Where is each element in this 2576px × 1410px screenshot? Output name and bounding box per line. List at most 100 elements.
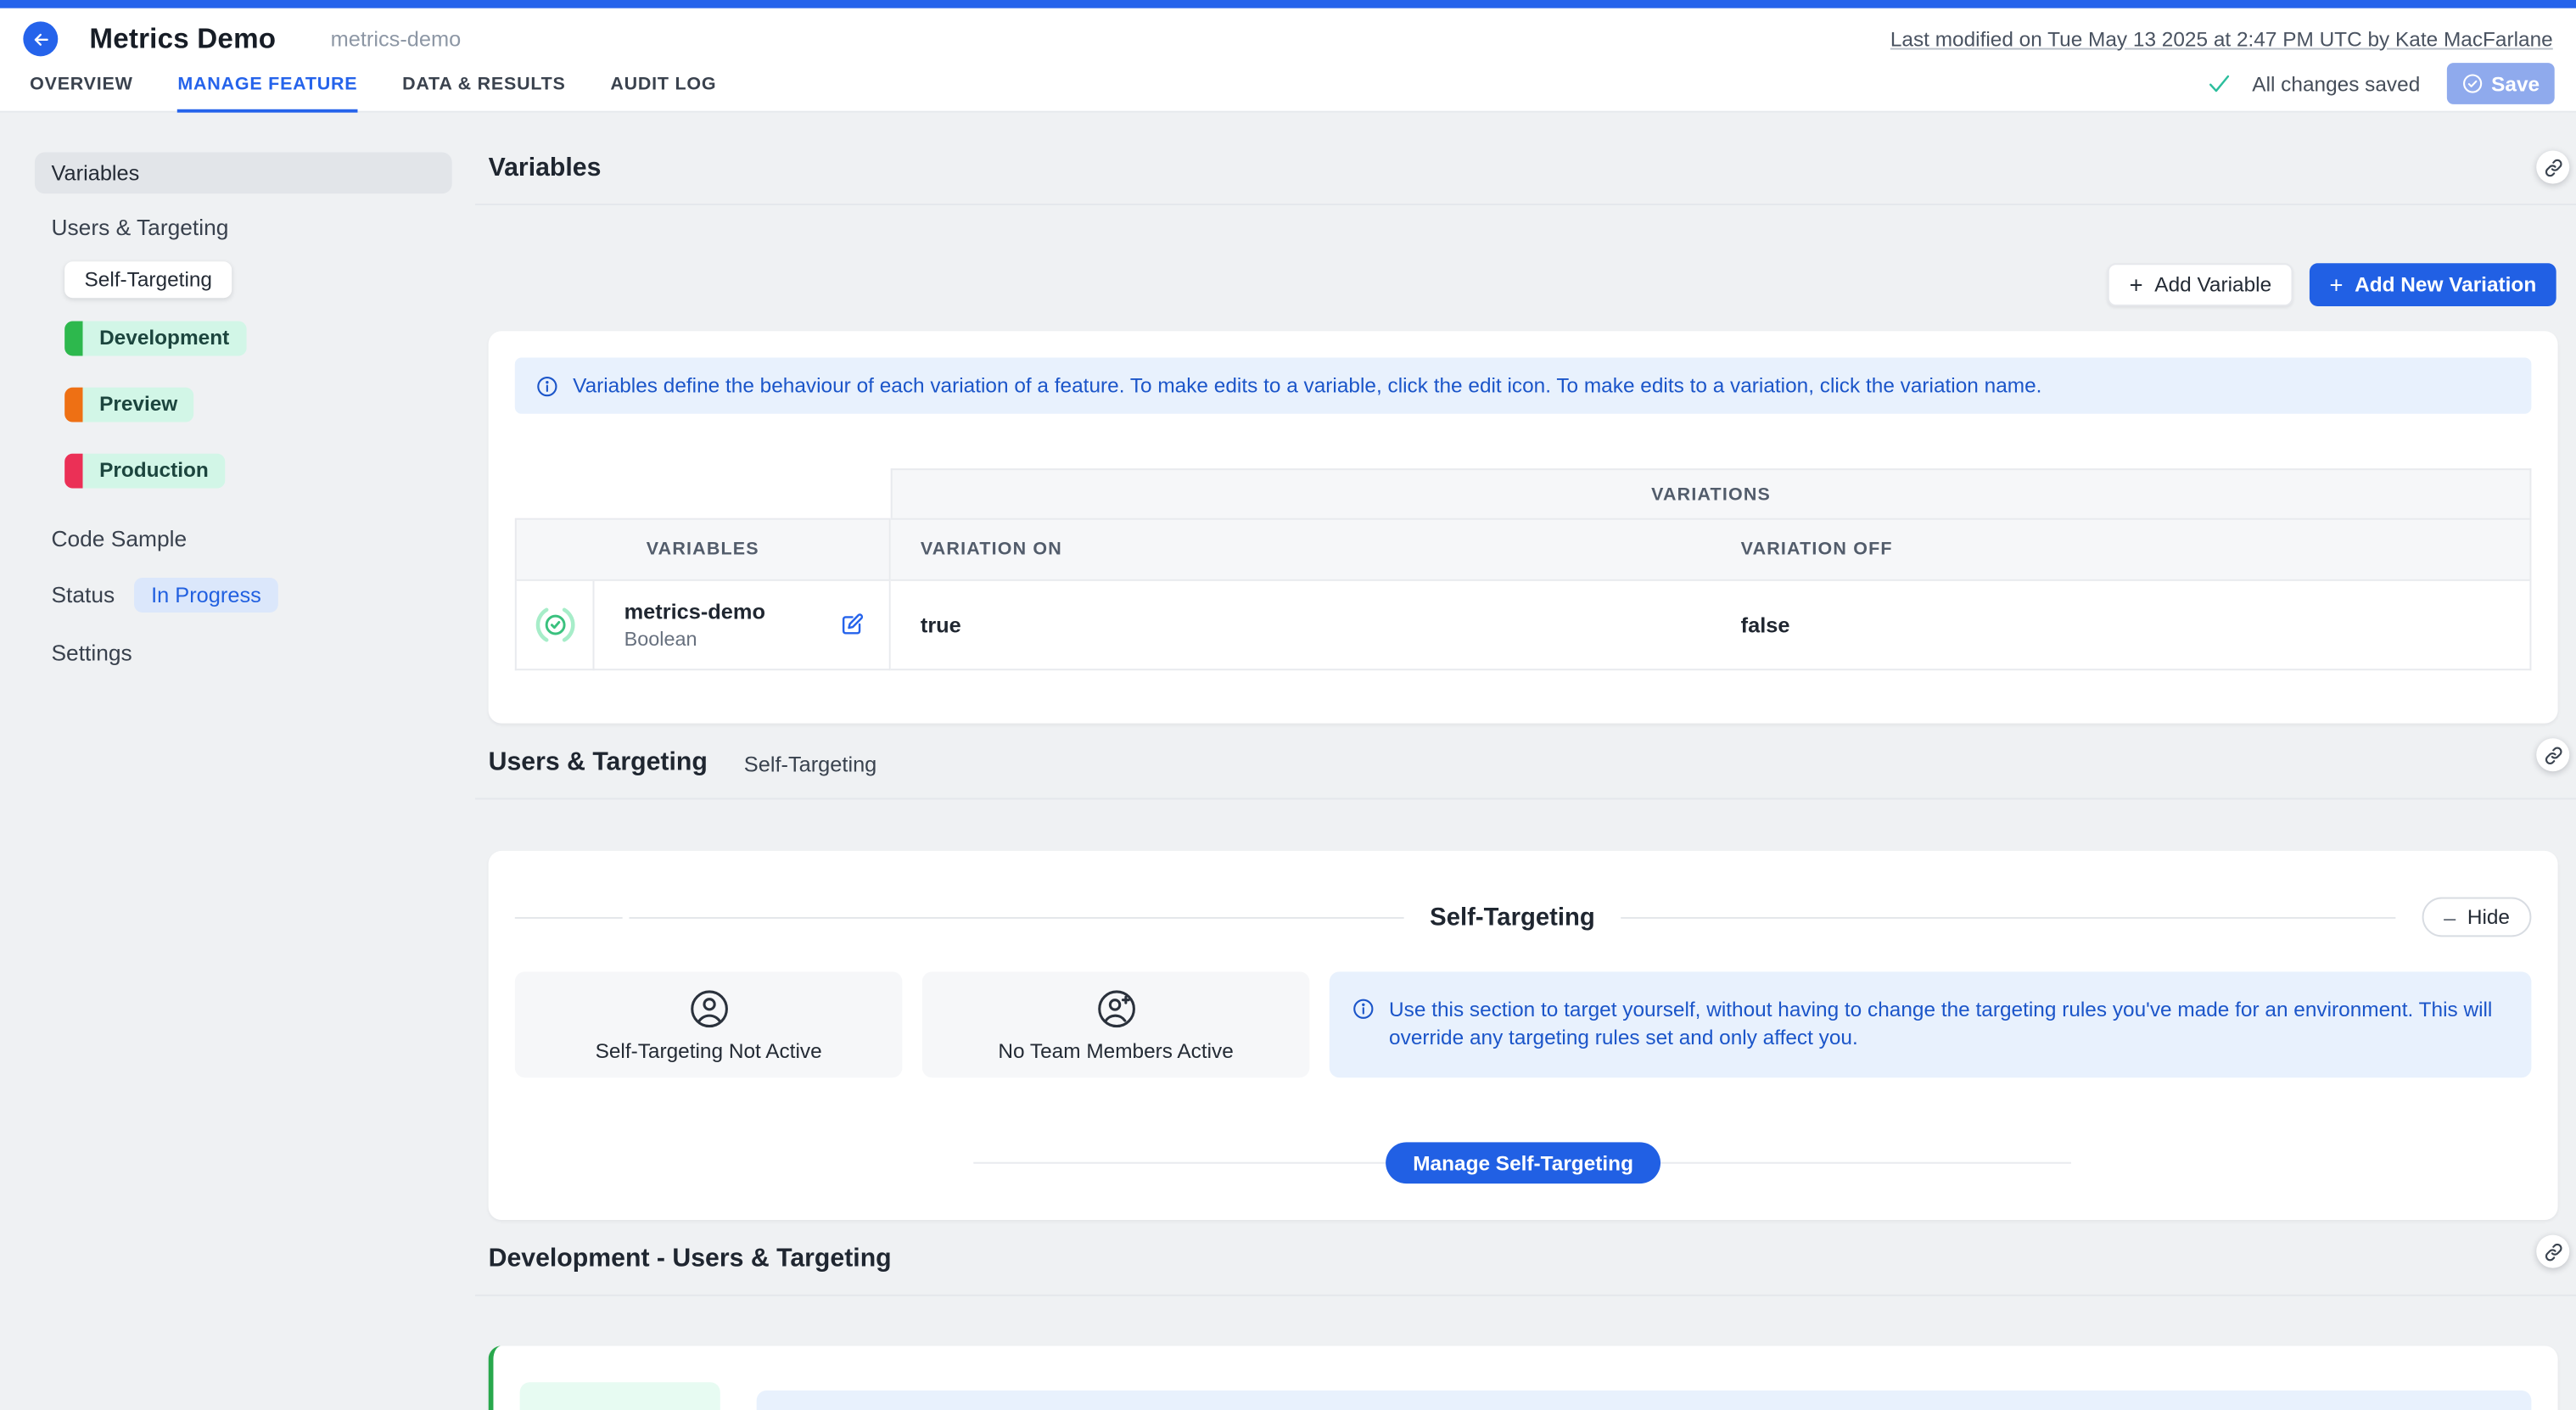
check-icon: [2208, 71, 2232, 96]
divider-segment: [515, 916, 623, 918]
hide-button[interactable]: – Hide: [2422, 898, 2532, 937]
self-targeting-panel-title: Self-Targeting: [1430, 903, 1595, 931]
self-targeting-status-row: Self-Targeting Not Active No Team Member…: [515, 971, 2532, 1077]
link-icon[interactable]: [2536, 738, 2569, 771]
column-header-variation-off[interactable]: VARIATION OFF: [1711, 518, 2532, 581]
variations-group-header: VARIATIONS: [891, 468, 2532, 518]
variation-off-value-cell: false: [1711, 581, 2532, 670]
sidebar-item-env-production[interactable]: Production: [64, 454, 225, 489]
development-section-title: Development - Users & Targeting: [489, 1245, 892, 1274]
variables-actions: + Add Variable + Add New Variation: [475, 263, 2556, 306]
sidebar-item-settings[interactable]: Settings: [35, 641, 452, 665]
main-layout: Variables Users & Targeting Self-Targeti…: [0, 113, 2576, 1410]
team-members-status-box: No Team Members Active: [922, 971, 1310, 1077]
variables-section-title: Variables: [489, 154, 602, 183]
app-window: Metrics Demo metrics-demo Last modified …: [0, 0, 2576, 1410]
tab-data-results[interactable]: DATA & RESULTS: [402, 75, 566, 113]
user-plus-circle-icon: [1095, 988, 1137, 1029]
info-icon: [1352, 997, 1374, 1020]
users-targeting-title: Users & Targeting: [489, 748, 708, 778]
feature-key: metrics-demo: [331, 26, 462, 51]
save-button-label: Save: [2491, 72, 2540, 95]
top-accent-bar: [0, 0, 2576, 8]
variables-card: Variables define the behaviour of each v…: [489, 331, 2558, 723]
env-color-bar-preview: [64, 388, 82, 422]
env-label-preview: Preview: [83, 388, 194, 422]
sidebar-item-self-targeting[interactable]: Self-Targeting: [64, 261, 232, 298]
minus-icon: –: [2444, 904, 2456, 929]
user-circle-icon: [688, 988, 730, 1029]
add-new-variation-button[interactable]: + Add New Variation: [2310, 263, 2556, 306]
self-targeting-status-label: Self-Targeting Not Active: [596, 1038, 822, 1061]
feature-header: Metrics Demo metrics-demo Last modified …: [0, 8, 2576, 113]
circle-check-icon: [2461, 73, 2483, 94]
main-content: Variables + Add Variable + Add New Varia…: [475, 113, 2576, 1410]
variables-banner-text: Variables define the behaviour of each v…: [573, 374, 2041, 397]
sidebar-item-status[interactable]: Status: [35, 583, 115, 607]
team-members-status-label: No Team Members Active: [998, 1038, 1233, 1061]
variable-name-block: metrics-demo Boolean: [624, 599, 765, 650]
info-icon: [536, 375, 557, 396]
self-targeting-status-box: Self-Targeting Not Active: [515, 971, 903, 1077]
env-color-bar-production: [64, 454, 82, 489]
sidebar: Variables Users & Targeting Self-Targeti…: [0, 113, 475, 666]
variable-name-cell: metrics-demo Boolean: [594, 581, 890, 670]
link-icon[interactable]: [2536, 151, 2569, 184]
column-header-variables: VARIABLES: [515, 518, 891, 581]
variables-table: VARIATIONS VARIABLES VARIATION ON VARIAT…: [515, 468, 2532, 670]
plus-icon: +: [2130, 273, 2143, 296]
sidebar-item-code-sample[interactable]: Code Sample: [35, 526, 452, 551]
status-badge[interactable]: In Progress: [135, 578, 278, 613]
users-targeting-subtitle: Self-Targeting: [744, 752, 877, 778]
env-label-development: Development: [83, 322, 246, 356]
arrow-left-icon: [31, 29, 50, 48]
edit-variable-button[interactable]: [839, 613, 864, 637]
manage-self-targeting-button[interactable]: Manage Self-Targeting: [1386, 1142, 1660, 1183]
variable-type-icon-cell: [515, 581, 595, 670]
column-header-variation-on[interactable]: VARIATION ON: [891, 518, 1711, 581]
add-variable-label: Add Variable: [2154, 273, 2271, 296]
sidebar-item-env-preview[interactable]: Preview: [64, 388, 194, 422]
tab-bar: OVERVIEW MANAGE FEATURE DATA & RESULTS A…: [0, 70, 2576, 113]
variable-name: metrics-demo: [624, 599, 765, 624]
divider-line: [629, 916, 1403, 918]
edit-pencil-icon: [839, 613, 864, 637]
variable-type: Boolean: [624, 628, 765, 651]
env-label-production: Production: [83, 454, 226, 489]
last-modified-link[interactable]: Last modified on Tue May 13 2025 at 2:47…: [1890, 27, 2553, 50]
self-targeting-card: Self-Targeting – Hide Self-Targeting Not…: [489, 851, 2558, 1220]
hide-button-label: Hide: [2467, 905, 2510, 928]
plus-icon: +: [2329, 273, 2343, 296]
development-section-header: Development - Users & Targeting: [475, 1220, 2576, 1296]
manage-self-targeting-row: Manage Self-Targeting: [515, 1142, 2532, 1183]
add-new-variation-label: Add New Variation: [2355, 273, 2536, 296]
development-info-banner: Use targeting rules to configure who wil…: [757, 1390, 2532, 1410]
viewport: Metrics Demo metrics-demo Last modified …: [0, 0, 2576, 1410]
sidebar-item-env-development[interactable]: Development: [64, 322, 246, 356]
env-color-bar-development: [64, 322, 82, 356]
save-status-text: All changes saved: [2252, 72, 2420, 95]
users-targeting-section-header: Users & Targeting Self-Targeting: [475, 724, 2576, 800]
divider-line: [1621, 916, 2395, 918]
table-corner-cell: [515, 468, 891, 518]
link-icon[interactable]: [2536, 1235, 2569, 1268]
tab-manage-feature[interactable]: MANAGE FEATURE: [177, 75, 357, 113]
self-targeting-info-text: Use this section to target yourself, wit…: [1389, 997, 2508, 1053]
sidebar-status-row: Status In Progress: [35, 578, 452, 613]
sidebar-item-users-targeting[interactable]: Users & Targeting: [35, 215, 452, 240]
tab-audit-log[interactable]: AUDIT LOG: [610, 75, 716, 113]
add-variable-button[interactable]: + Add Variable: [2108, 263, 2293, 306]
boolean-variable-icon: [534, 604, 575, 646]
tab-overview[interactable]: OVERVIEW: [30, 75, 133, 113]
variation-on-value-cell: true: [891, 581, 1711, 670]
save-area: All changes saved Save: [2208, 63, 2555, 104]
save-button[interactable]: Save: [2446, 63, 2554, 104]
page-title: Metrics Demo: [89, 22, 276, 55]
back-button[interactable]: [23, 21, 58, 56]
variables-info-banner: Variables define the behaviour of each v…: [515, 357, 2532, 413]
self-targeting-panel-header: Self-Targeting – Hide: [515, 898, 2532, 937]
self-targeting-info-banner: Use this section to target yourself, wit…: [1330, 971, 2532, 1077]
header-title-row: Metrics Demo metrics-demo Last modified …: [0, 8, 2576, 70]
sidebar-item-variables[interactable]: Variables: [35, 153, 452, 194]
development-targeting-card: Targeting ON Use targeting rules to conf…: [489, 1346, 2558, 1410]
